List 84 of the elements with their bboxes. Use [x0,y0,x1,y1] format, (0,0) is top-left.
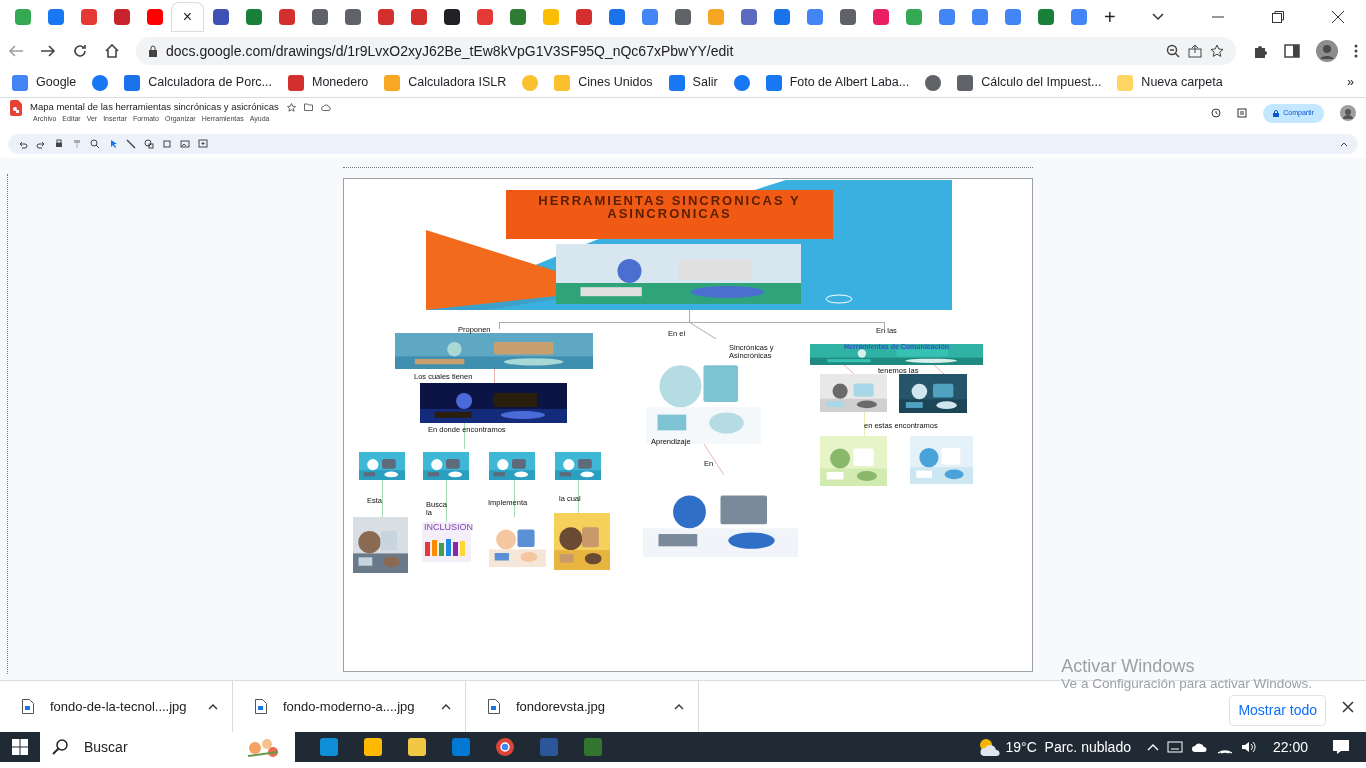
bookmark[interactable]: Monedero [288,73,369,92]
file-name[interactable]: fondo-moderno-a....jpg [283,696,425,717]
search-icon [52,739,68,755]
connector-line [844,365,854,374]
add-comment-icon[interactable] [198,139,208,149]
collapse-icon[interactable] [1340,141,1348,147]
bookmark[interactable]: Calculadora de Porc... [124,73,272,92]
redo-icon[interactable] [36,139,46,149]
connector-line [446,480,447,522]
line-icon[interactable] [126,139,136,149]
star-icon[interactable] [286,102,296,112]
bookmark[interactable]: Salir [668,73,718,92]
bookmark-icon[interactable] [925,74,942,91]
bookmark[interactable]: Cines Unidos [554,73,653,92]
bookmark[interactable]: Cálculo del Impuest... [957,73,1102,92]
search-field[interactable]: Buscar [40,732,295,762]
comment-icon[interactable] [1237,108,1248,119]
new-tab-button[interactable]: + [1103,1,1117,33]
more-icon[interactable] [1354,43,1358,59]
clock-text[interactable]: 22:00 [1272,736,1308,758]
select-icon[interactable] [108,139,118,149]
speaker-icon[interactable] [1240,740,1257,754]
chrome-icon[interactable] [495,737,515,757]
cloud-icon[interactable] [1190,741,1209,753]
puzzle-icon[interactable] [1252,43,1268,59]
file-name[interactable]: fondo-de-la-tecnol....jpg [50,696,192,717]
history-icon[interactable] [1211,108,1222,119]
share-icon[interactable] [1188,44,1202,58]
crop-icon[interactable] [162,139,172,149]
browser-tab[interactable]: × [171,2,204,32]
drawings-logo-icon[interactable] [10,100,22,116]
reload-icon[interactable] [72,43,88,59]
inclusion-text: INCLUSION [424,523,473,533]
connector-line [494,369,495,383]
connector-line [514,480,515,517]
close-icon[interactable] [1342,700,1354,713]
back-icon[interactable] [8,43,24,59]
activation-title: Activar Windows [1061,657,1196,677]
connector-line [382,480,383,517]
shape-icon[interactable] [144,139,154,149]
keyboard-icon[interactable] [1166,740,1183,754]
bookmark[interactable]: Nueva carpeta [1117,73,1223,92]
map-title: HERRAMIENTAS SINCRONICAS Y ASINCRONICAS [506,190,833,239]
connector-line [704,444,724,475]
bookmark[interactable]: Google [12,73,77,92]
lock-icon [1273,109,1280,117]
undo-icon[interactable] [18,139,28,149]
circle-badge-icon [824,294,854,304]
notifications-icon[interactable] [1332,739,1350,755]
connector-line [464,423,465,449]
file-name[interactable]: fondorevsta.jpg [516,696,658,717]
windows-start-icon[interactable] [12,739,28,755]
restore-icon[interactable] [1272,11,1284,23]
print-icon[interactable] [54,139,64,149]
sidebar-icon[interactable] [1284,43,1300,59]
bookmark[interactable]: Foto de Albert Laba... [765,73,910,92]
close-icon[interactable] [1332,11,1344,23]
chevron-up-icon[interactable] [441,703,451,710]
show-all-button[interactable]: Mostrar todo [1229,695,1326,726]
image-icon[interactable] [180,139,190,149]
file-icon [22,699,34,714]
avatar-icon[interactable] [1340,105,1356,122]
forward-icon[interactable] [40,43,56,59]
bookmark-icon[interactable] [92,74,109,91]
lock-icon [148,45,158,57]
connector-line [934,365,944,374]
zoom-icon[interactable] [1166,44,1180,58]
home-icon[interactable] [104,43,120,59]
file-icon [255,699,267,714]
avatar-icon[interactable] [1316,40,1338,62]
document-title[interactable]: Mapa mental de las herramientas sincrónicas y asicrónicas [30,100,279,115]
chevron-up-icon[interactable] [674,703,684,710]
zoom-icon[interactable] [90,139,100,149]
star-icon[interactable] [1210,44,1224,58]
chevron-up-icon[interactable] [208,703,218,710]
weather-text[interactable]: 19°C Parc. nublado [1005,736,1131,758]
bookmark-icon[interactable] [733,74,750,91]
connector-line [864,412,865,436]
more-bookmarks-button[interactable]: » [1347,73,1354,92]
chevron-down-icon[interactable] [1152,13,1164,21]
activation-hint: Ve a Configuración para activar Windows. [1061,676,1312,692]
bookmark[interactable]: Calculadora ISLR [384,73,507,92]
file-icon [488,699,500,714]
connector-line [578,480,579,513]
